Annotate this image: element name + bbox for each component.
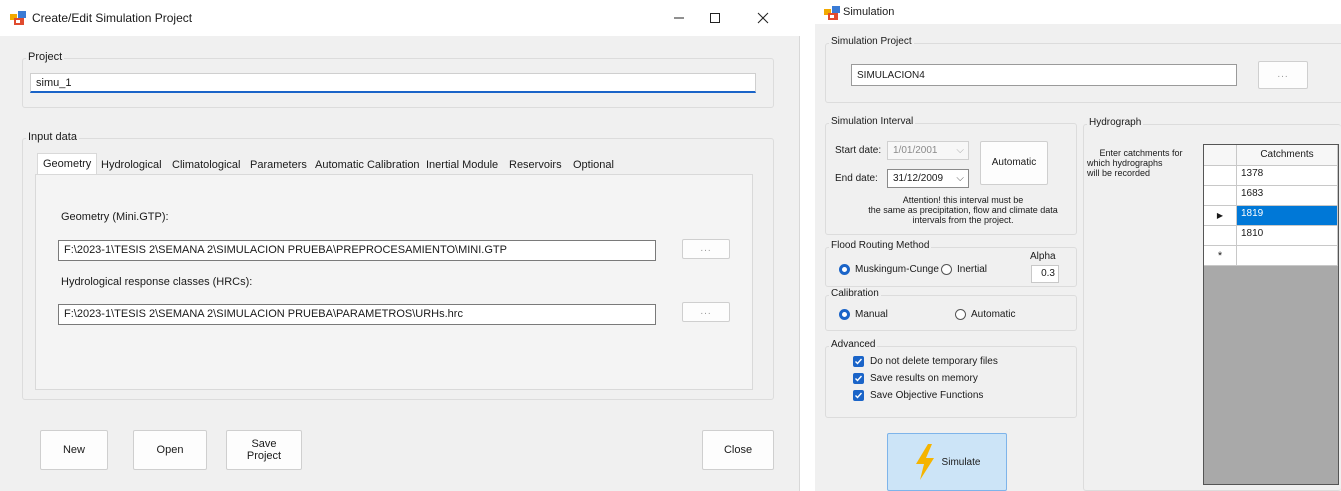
project-group-label: Project [26, 51, 65, 63]
catchment-cell[interactable]: 1683 [1237, 186, 1338, 206]
flood-routing-label: Flood Routing Method [829, 240, 932, 251]
open-button[interactable]: Open [133, 430, 207, 470]
hydrograph-hint-line-2: which hydrographs [1087, 158, 1163, 168]
simulation-window: Simulation Simulation Project SIMULACION… [815, 0, 1341, 491]
tab-optional[interactable]: Optional [568, 155, 619, 175]
alpha-label: Alpha [1030, 251, 1056, 262]
hydrograph-hint: Enter catchments for which hydrographs w… [1087, 148, 1195, 178]
attention-line-1: Attention! this interval must be [902, 195, 1024, 205]
tab-hydrological[interactable]: Hydrological [96, 155, 167, 175]
automatic-calibration-label: Automatic [971, 309, 1016, 320]
hrc-file-label: Hydrological response classes (HRCs): [61, 276, 253, 288]
catchments-column-header[interactable]: Catchments [1237, 145, 1338, 166]
catchment-cell-selected[interactable]: 1819 [1237, 206, 1338, 226]
end-date-label: End date: [835, 173, 878, 184]
close-icon[interactable] [740, 0, 786, 36]
interval-attention-note: Attention! this interval must be the sam… [855, 195, 1071, 225]
hydrograph-hint-line-1: Enter catchments for [1099, 148, 1183, 158]
simulation-app-icon [824, 6, 840, 20]
advanced-option-objective-functions[interactable]: Save Objective Functions [853, 390, 983, 401]
tab-climatological[interactable]: Climatological [167, 155, 245, 175]
save-project-button[interactable]: Save Project [226, 430, 302, 470]
catchment-cell[interactable]: 1378 [1237, 166, 1338, 186]
calibration-label: Calibration [829, 288, 881, 299]
chevron-down-icon: ⌵ [956, 173, 964, 184]
checkbox-checked-icon[interactable] [853, 390, 864, 401]
title-bar: Create/Edit Simulation Project [0, 0, 800, 36]
advanced-option-save-memory[interactable]: Save results on memory [853, 373, 978, 384]
automatic-calibration-radio[interactable] [955, 309, 966, 320]
save-project-label-line2: Project [246, 450, 282, 462]
create-edit-project-window: Create/Edit Simulation Project Project s… [0, 0, 800, 491]
window-title: Create/Edit Simulation Project [32, 11, 193, 25]
maximize-icon[interactable] [692, 0, 738, 36]
attention-line-2: the same as precipitation, flow and clim… [868, 205, 1058, 215]
attention-line-3: intervals from the project. [912, 215, 1014, 225]
simulation-project-input[interactable]: SIMULACION4 [851, 64, 1237, 86]
advanced-option-temp-files[interactable]: Do not delete temporary files [853, 356, 998, 367]
save-project-label-line1: Save [251, 438, 277, 450]
geometry-file-label: Geometry (Mini.GTP): [61, 211, 169, 223]
geometry-path-input[interactable]: F:\2023-1\TESIS 2\SEMANA 2\SIMULACION PR… [58, 240, 656, 261]
tab-reservoirs[interactable]: Reservoirs [504, 155, 567, 175]
tab-geometry[interactable]: Geometry [37, 153, 98, 175]
automatic-interval-button[interactable]: Automatic [980, 141, 1048, 185]
manual-label: Manual [855, 309, 888, 320]
start-date-value: 1/01/2001 [893, 145, 938, 156]
inertial-label: Inertial [957, 264, 988, 275]
close-button[interactable]: Close [702, 430, 774, 470]
geometry-browse-button[interactable]: ... [682, 239, 730, 259]
tab-automatic-calibration[interactable]: Automatic Calibration [310, 155, 425, 175]
simulation-project-browse-button[interactable]: ... [1258, 61, 1308, 89]
simulate-button[interactable]: Simulate [887, 433, 1007, 491]
row-header-new[interactable]: * [1204, 246, 1237, 266]
simulation-window-title: Simulation [843, 6, 895, 18]
current-row-icon: ▶ [1216, 211, 1224, 220]
simulation-title-bar: Simulation [815, 0, 1341, 24]
checkbox-checked-icon[interactable] [853, 356, 864, 367]
hrc-path-input[interactable]: F:\2023-1\TESIS 2\SEMANA 2\SIMULACION PR… [58, 304, 656, 325]
muskingum-radio[interactable] [839, 264, 850, 275]
hrc-browse-button[interactable]: ... [682, 302, 730, 322]
project-name-input[interactable]: simu_1 [30, 73, 756, 93]
grid-corner-cell [1204, 145, 1237, 166]
objective-functions-label: Save Objective Functions [870, 390, 984, 401]
advanced-label: Advanced [829, 339, 878, 350]
save-memory-label: Save results on memory [870, 373, 978, 384]
input-data-group-label: Input data [26, 131, 79, 143]
temp-files-label: Do not delete temporary files [870, 356, 998, 367]
simulation-project-label: Simulation Project [829, 36, 914, 47]
tab-parameters[interactable]: Parameters [245, 155, 312, 175]
catchment-new-cell[interactable] [1237, 246, 1338, 266]
alpha-input[interactable]: 0.3 [1031, 265, 1059, 283]
simulation-interval-label: Simulation Interval [829, 116, 916, 127]
inertial-radio[interactable] [941, 264, 952, 275]
start-date-label: Start date: [835, 145, 882, 156]
end-date-value: 31/12/2009 [893, 173, 944, 184]
hydrograph-label: Hydrograph [1087, 117, 1144, 128]
row-header[interactable] [1204, 166, 1237, 186]
row-header-current[interactable]: ▶ [1204, 206, 1237, 226]
muskingum-label: Muskingum-Cunge [855, 264, 939, 275]
row-header[interactable] [1204, 186, 1237, 206]
catchment-cell[interactable]: 1810 [1237, 226, 1338, 246]
app-icon [10, 11, 26, 25]
catchments-grid[interactable]: Catchments 1378 1683 ▶ 1819 1810 * [1203, 144, 1339, 485]
manual-radio[interactable] [839, 309, 850, 320]
tab-inertial-module[interactable]: Inertial Module [421, 155, 503, 175]
checkbox-checked-icon[interactable] [853, 373, 864, 384]
end-date-picker[interactable]: 31/12/2009 ⌵ [887, 169, 969, 188]
simulate-label: Simulate [941, 456, 981, 468]
lightning-bolt-icon [915, 444, 934, 480]
new-row-icon: * [1217, 249, 1223, 262]
hydrograph-hint-line-3: will be recorded [1087, 168, 1151, 178]
new-button[interactable]: New [40, 430, 108, 470]
chevron-down-icon: ⌵ [956, 145, 964, 156]
start-date-picker[interactable]: 1/01/2001 ⌵ [887, 141, 969, 160]
row-header[interactable] [1204, 226, 1237, 246]
